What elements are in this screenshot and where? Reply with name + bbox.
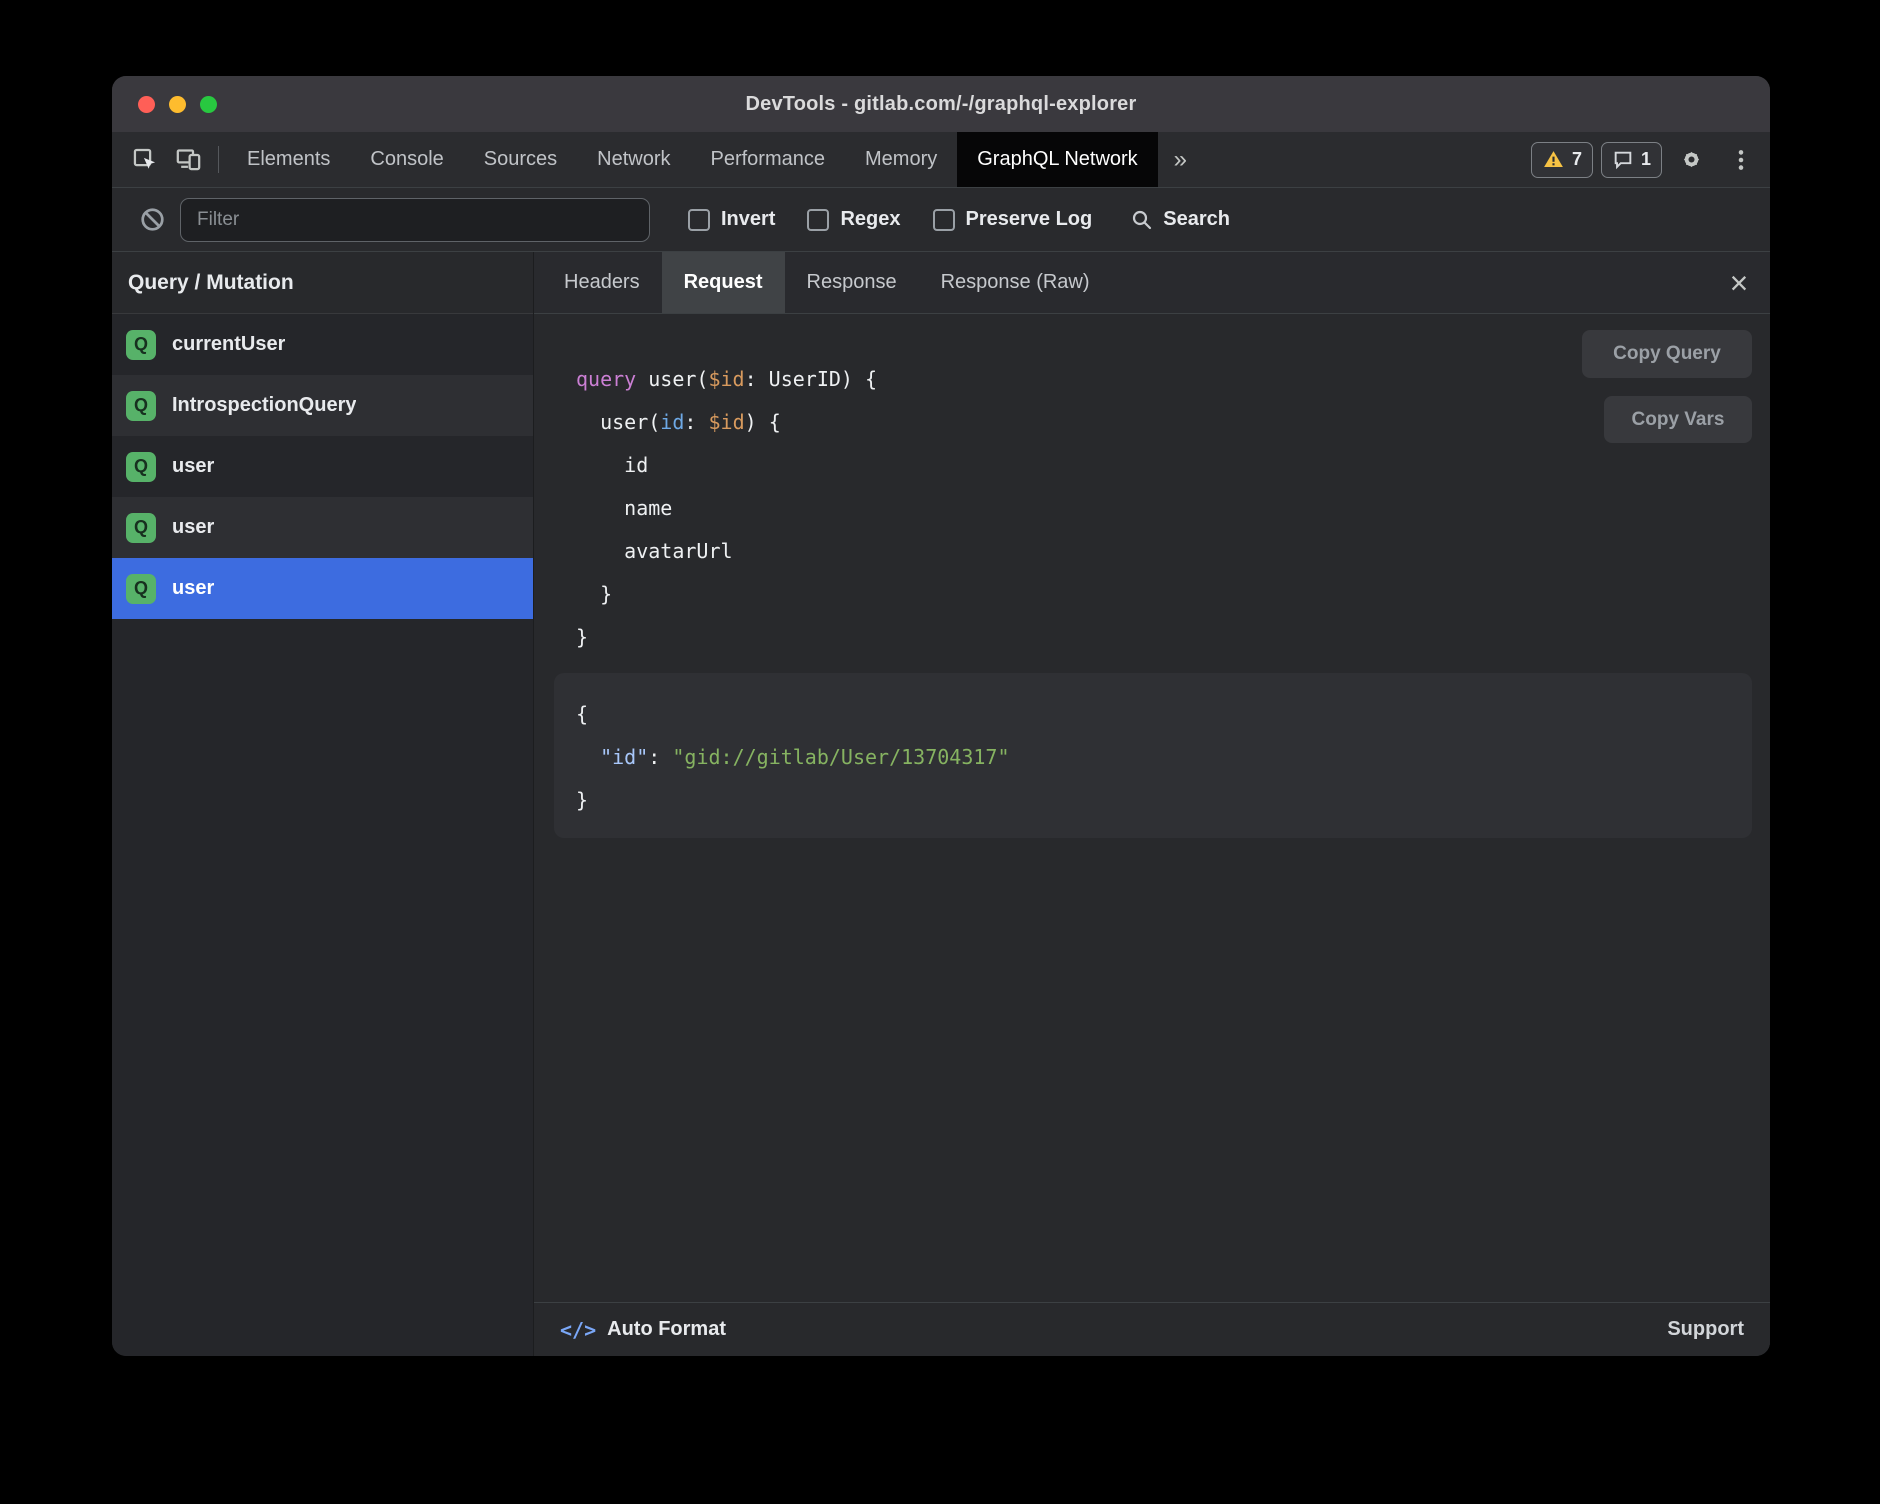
copy-query-button[interactable]: Copy Query [1582, 330, 1752, 378]
tab-elements[interactable]: Elements [227, 132, 350, 187]
devtools-toolbar: Elements Console Sources Network Perform… [112, 132, 1770, 188]
request-body: query user($id: UserID) { user(id: $id) … [534, 314, 1770, 1302]
auto-format-label: Auto Format [607, 1318, 726, 1341]
tab-headers[interactable]: Headers [542, 252, 662, 313]
tab-network[interactable]: Network [577, 132, 690, 187]
query-list-item-introspectionquery[interactable]: Q IntrospectionQuery [112, 375, 533, 436]
query-list-item-user-2[interactable]: Q user [112, 497, 533, 558]
more-tabs-button[interactable]: » [1158, 132, 1203, 187]
regex-checkbox[interactable]: Regex [807, 208, 900, 231]
message-bubble-icon [1612, 149, 1634, 171]
content-area: Query / Mutation Q currentUser Q Introsp… [112, 252, 1770, 1356]
tab-response[interactable]: Response [785, 252, 919, 313]
device-toolbar-button[interactable] [166, 132, 210, 187]
regex-checkbox-label: Regex [840, 208, 900, 231]
toolbar-separator [218, 146, 219, 173]
filter-options: Invert Regex Preserve Log [688, 208, 1092, 231]
close-detail-button[interactable]: × [1708, 252, 1770, 313]
query-type-badge-icon: Q [126, 452, 156, 482]
message-count: 1 [1641, 149, 1651, 170]
code-line: } [576, 779, 1752, 822]
panel-tabs: Elements Console Sources Network Perform… [227, 132, 1158, 187]
warning-triangle-icon [1542, 148, 1565, 171]
toolbar-right-cluster: 7 1 [1531, 132, 1762, 187]
code-line: { [576, 693, 1752, 736]
code-brackets-icon: </> [560, 1318, 596, 1342]
invert-checkbox[interactable]: Invert [688, 208, 775, 231]
query-type-badge-icon: Q [126, 513, 156, 543]
preserve-log-checkbox[interactable]: Preserve Log [933, 208, 1093, 231]
gear-icon [1678, 146, 1705, 173]
code-line: } [576, 616, 1752, 659]
auto-format-button[interactable]: </> Auto Format [560, 1318, 726, 1342]
settings-button[interactable] [1670, 132, 1712, 187]
preserve-log-checkbox-label: Preserve Log [966, 208, 1093, 231]
query-type-badge-icon: Q [126, 330, 156, 360]
device-toolbar-icon [175, 146, 202, 173]
code-line: } [576, 573, 1752, 616]
window-title: DevTools - gitlab.com/-/graphql-explorer [745, 93, 1136, 116]
issues-badge[interactable]: 1 [1601, 142, 1662, 178]
query-list-item-label: user [172, 516, 214, 539]
query-variables-code: { "id": "gid://gitlab/User/13704317"} [576, 693, 1752, 822]
tab-performance[interactable]: Performance [691, 132, 846, 187]
minimize-window-button[interactable] [169, 96, 186, 113]
query-variables-box: { "id": "gid://gitlab/User/13704317"} [554, 673, 1752, 838]
inspect-element-button[interactable] [122, 132, 166, 187]
query-type-badge-icon: Q [126, 391, 156, 421]
regex-checkbox-box [807, 209, 829, 231]
query-list-item-label: user [172, 455, 214, 478]
query-list-item-user-1[interactable]: Q user [112, 436, 533, 497]
request-detail-panel: Headers Request Response Response (Raw) … [534, 252, 1770, 1356]
kebab-menu-icon [1728, 147, 1754, 173]
code-line: avatarUrl [576, 530, 1752, 573]
tab-memory[interactable]: Memory [845, 132, 957, 187]
traffic-lights [138, 76, 217, 132]
code-line: id [576, 444, 1752, 487]
tab-response-raw[interactable]: Response (Raw) [919, 252, 1112, 313]
search-label: Search [1163, 208, 1230, 231]
kebab-menu-button[interactable] [1720, 132, 1762, 187]
query-list-item-currentuser[interactable]: Q currentUser [112, 314, 533, 375]
filter-input[interactable] [180, 198, 650, 242]
query-type-badge-icon: Q [126, 574, 156, 604]
invert-checkbox-label: Invert [721, 208, 775, 231]
preserve-log-checkbox-box [933, 209, 955, 231]
devtools-window: DevTools - gitlab.com/-/graphql-explorer… [112, 76, 1770, 1356]
support-link[interactable]: Support [1667, 1318, 1744, 1341]
tab-request[interactable]: Request [662, 252, 785, 313]
filter-bar: Invert Regex Preserve Log Search [112, 188, 1770, 252]
query-list-item-label: currentUser [172, 333, 285, 356]
code-line: user(id: $id) { [576, 401, 1752, 444]
close-window-button[interactable] [138, 96, 155, 113]
query-list-header: Query / Mutation [112, 252, 533, 314]
inspect-cursor-icon [131, 146, 158, 173]
detail-footer: </> Auto Format Support [534, 1302, 1770, 1356]
invert-checkbox-box [688, 209, 710, 231]
copy-vars-button[interactable]: Copy Vars [1604, 396, 1752, 443]
query-list-item-user-3-selected[interactable]: Q user [112, 558, 533, 619]
warnings-badge[interactable]: 7 [1531, 142, 1593, 178]
block-icon [139, 206, 166, 233]
search-button[interactable]: Search [1130, 208, 1230, 232]
detail-tabs: Headers Request Response Response (Raw) … [534, 252, 1770, 314]
code-line: "id": "gid://gitlab/User/13704317" [576, 736, 1752, 779]
query-list-item-label: user [172, 577, 214, 600]
zoom-window-button[interactable] [200, 96, 217, 113]
code-line: name [576, 487, 1752, 530]
warning-count: 7 [1572, 149, 1582, 170]
title-bar: DevTools - gitlab.com/-/graphql-explorer [112, 76, 1770, 132]
code-line: query user($id: UserID) { [576, 358, 1752, 401]
query-list-sidebar: Query / Mutation Q currentUser Q Introsp… [112, 252, 534, 1356]
clear-requests-button[interactable] [132, 206, 172, 233]
search-icon [1130, 208, 1154, 232]
tab-graphql-network[interactable]: GraphQL Network [957, 132, 1157, 187]
query-list-item-label: IntrospectionQuery [172, 394, 356, 417]
tab-console[interactable]: Console [350, 132, 463, 187]
tab-sources[interactable]: Sources [464, 132, 577, 187]
graphql-query-code: query user($id: UserID) { user(id: $id) … [576, 358, 1752, 659]
